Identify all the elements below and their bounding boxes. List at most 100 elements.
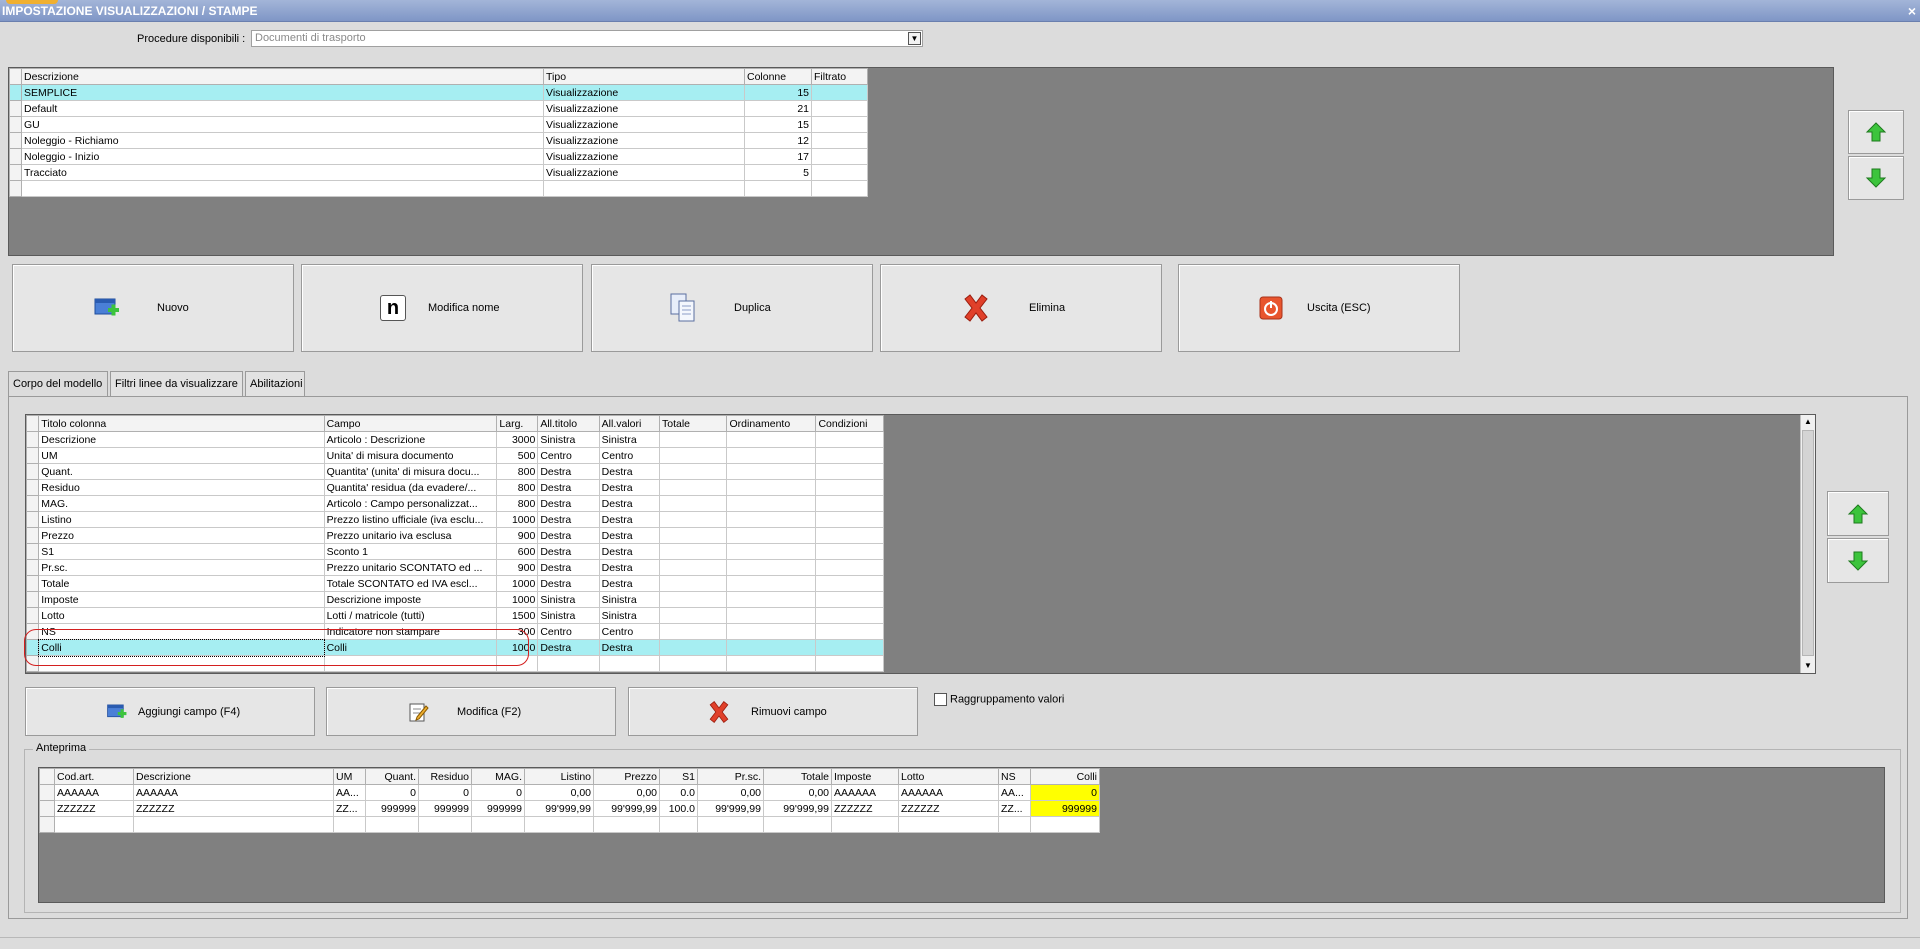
move-model-up-button[interactable]	[1848, 110, 1904, 154]
col-header-all-titolo[interactable]: All.titolo	[537, 415, 600, 432]
empty-cell[interactable]	[815, 623, 884, 640]
empty-cell[interactable]	[815, 591, 884, 608]
cell-colonne[interactable]: 15	[744, 116, 812, 133]
empty-cell[interactable]	[726, 559, 817, 576]
cell-filtrato[interactable]	[811, 116, 868, 133]
empty-cell[interactable]	[658, 559, 728, 576]
cell-colonne[interactable]: 5	[744, 164, 812, 181]
field-row[interactable]: Prezzo Prezzo unitario iva esclusa 900 Dest…	[25, 527, 884, 544]
empty-cell[interactable]	[726, 479, 817, 496]
empty-cell[interactable]	[815, 495, 884, 512]
empty-cell[interactable]	[815, 479, 884, 496]
row-indicator[interactable]	[9, 180, 22, 197]
empty-cell[interactable]	[658, 639, 728, 656]
cell-larg[interactable]: 900	[496, 559, 539, 576]
cell-colonne[interactable]: 15	[744, 84, 812, 101]
cell-all-valori[interactable]: Destra	[598, 543, 661, 560]
empty-cell[interactable]	[815, 543, 884, 560]
cell-campo[interactable]: Prezzo listino ufficiale (iva esclu...	[323, 511, 498, 528]
cell-campo[interactable]: Prezzo unitario iva esclusa	[323, 527, 498, 544]
empty-cell[interactable]	[658, 543, 728, 560]
empty-cell[interactable]	[726, 463, 817, 480]
raggruppamento-checkbox[interactable]: Raggruppamento valori	[934, 693, 1064, 706]
cell-all-valori[interactable]: Destra	[598, 479, 661, 496]
cell-all-valori[interactable]: Sinistra	[598, 591, 661, 608]
cell-campo[interactable]: Sconto 1	[323, 543, 498, 560]
empty-cell[interactable]	[815, 527, 884, 544]
field-row[interactable]: Imposte Descrizione imposte 1000 Sinistra Si…	[25, 591, 884, 608]
row-indicator[interactable]	[25, 559, 40, 576]
col-header-all-valori[interactable]: All.valori	[598, 415, 661, 432]
row-indicator[interactable]	[25, 463, 40, 480]
cell-descrizione[interactable]: Default	[21, 100, 544, 117]
cell-all-valori[interactable]: Destra	[598, 463, 661, 480]
field-row[interactable]: Totale Totale SCONTATO ed IVA escl... 1000…	[25, 575, 884, 592]
cell-titolo[interactable]: Quant.	[38, 463, 325, 480]
procedure-select[interactable]: Documenti di trasporto ▼	[251, 30, 923, 47]
empty-cell[interactable]	[658, 655, 728, 672]
field-row[interactable]: Lotto Lotti / matricole (tutti) 1500 Sinist…	[25, 607, 884, 624]
empty-cell[interactable]	[815, 607, 884, 624]
cell-titolo[interactable]: Pr.sc.	[38, 559, 325, 576]
cell-all-titolo[interactable]: Destra	[537, 495, 600, 512]
cell-tipo[interactable]: Visualizzazione	[543, 84, 745, 101]
cell-campo[interactable]: Articolo : Campo personalizzat...	[323, 495, 498, 512]
empty-cell[interactable]	[744, 180, 812, 197]
model-row[interactable]: Noleggio - Inizio Visualizzazione 17	[9, 148, 868, 165]
cell-all-valori[interactable]: Centro	[598, 623, 661, 640]
cell-titolo[interactable]: Imposte	[38, 591, 325, 608]
cell-larg[interactable]: 1000	[496, 511, 539, 528]
row-indicator[interactable]	[25, 495, 40, 512]
empty-cell[interactable]	[658, 591, 728, 608]
move-model-down-button[interactable]	[1848, 156, 1904, 200]
row-indicator[interactable]	[9, 164, 22, 181]
cell-campo[interactable]: Totale SCONTATO ed IVA escl...	[323, 575, 498, 592]
field-row[interactable]: Descrizione Articolo : Descrizione 3000 Sin…	[25, 431, 884, 448]
empty-cell[interactable]	[726, 543, 817, 560]
empty-cell[interactable]	[726, 607, 817, 624]
cell-campo[interactable]: Unita' di misura documento	[323, 447, 498, 464]
empty-cell[interactable]	[815, 511, 884, 528]
modifica-campo-button[interactable]: Modifica (F2)	[326, 687, 616, 736]
col-header-ordinamento[interactable]: Ordinamento	[726, 415, 817, 432]
chevron-down-icon[interactable]: ▼	[908, 32, 921, 45]
cell-tipo[interactable]: Visualizzazione	[543, 100, 745, 117]
empty-cell[interactable]	[726, 527, 817, 544]
empty-row[interactable]	[9, 180, 868, 197]
tab-corpo-del-modello[interactable]: Corpo del modello	[8, 371, 108, 398]
empty-cell[interactable]	[726, 495, 817, 512]
empty-cell[interactable]	[21, 180, 544, 197]
uscita-button[interactable]: Uscita (ESC)	[1178, 264, 1460, 352]
col-header-totale[interactable]: Totale	[658, 415, 728, 432]
row-indicator[interactable]	[9, 84, 22, 101]
cell-larg[interactable]: 800	[496, 495, 539, 512]
cell-all-titolo[interactable]: Centro	[537, 447, 600, 464]
cell-larg[interactable]: 1000	[496, 575, 539, 592]
model-row[interactable]: Noleggio - Richiamo Visualizzazione 12	[9, 132, 868, 149]
cell-descrizione[interactable]: Noleggio - Richiamo	[21, 132, 544, 149]
cell-descrizione[interactable]: Tracciato	[21, 164, 544, 181]
row-indicator[interactable]	[25, 543, 40, 560]
cell-all-valori[interactable]: Destra	[598, 495, 661, 512]
scroll-up-icon[interactable]: ▲	[1801, 415, 1815, 429]
field-row[interactable]: Quant. Quantita' (unita' di misura docu..…	[25, 463, 884, 480]
empty-cell[interactable]	[726, 447, 817, 464]
cell-titolo[interactable]: Descrizione	[38, 431, 325, 448]
empty-cell[interactable]	[598, 655, 661, 672]
model-row[interactable]: GU Visualizzazione 15	[9, 116, 868, 133]
cell-all-titolo[interactable]: Sinistra	[537, 591, 600, 608]
col-header-campo[interactable]: Campo	[323, 415, 498, 432]
empty-cell[interactable]	[815, 447, 884, 464]
col-header-descrizione[interactable]: Descrizione	[21, 68, 544, 85]
cell-larg[interactable]: 800	[496, 463, 539, 480]
empty-cell[interactable]	[658, 447, 728, 464]
tab-filtri-linee[interactable]: Filtri linee da visualizzare	[110, 371, 243, 397]
empty-cell[interactable]	[658, 431, 728, 448]
field-row[interactable]: UM Unita' di misura documento 500 Centro Cen…	[25, 447, 884, 464]
cell-tipo[interactable]: Visualizzazione	[543, 164, 745, 181]
rimuovi-campo-button[interactable]: Rimuovi campo	[628, 687, 918, 736]
row-indicator[interactable]	[25, 447, 40, 464]
cell-titolo[interactable]: S1	[38, 543, 325, 560]
cell-colonne[interactable]: 21	[744, 100, 812, 117]
cell-titolo[interactable]: Lotto	[38, 607, 325, 624]
